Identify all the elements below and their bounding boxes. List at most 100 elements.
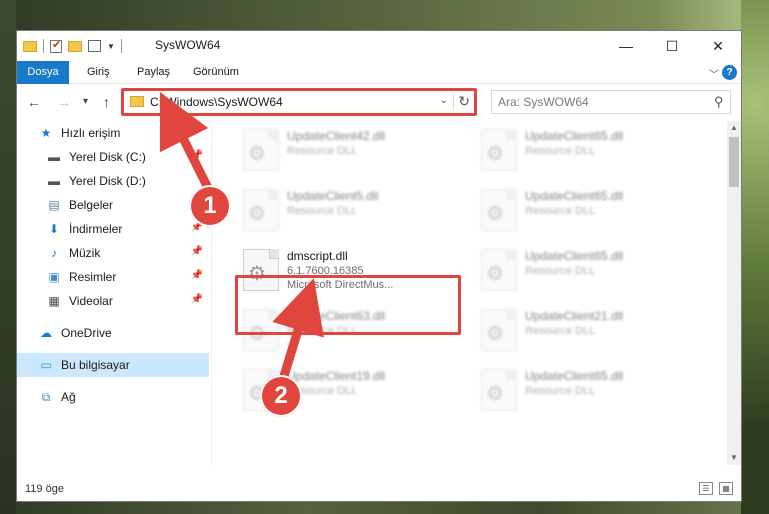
sidebar-item-label: Bu bilgisayar	[61, 358, 130, 372]
maximize-button[interactable]: ☐	[649, 31, 695, 61]
file-explorer-window: ▼ SysWOW64 — ☐ ✕ Dosya Giriş Paylaş Görü…	[16, 30, 742, 502]
toolbar-separator	[43, 39, 44, 53]
pane-divider[interactable]	[211, 121, 212, 465]
drive-icon: ▬	[48, 174, 60, 188]
file-name: UpdateClient65.dll	[525, 249, 624, 263]
list-item[interactable]: UpdateClient42.dll Resource DLL	[237, 121, 457, 175]
chevron-down-icon[interactable]: ▼	[107, 42, 115, 51]
file-name: UpdateClient65.dll	[525, 189, 624, 203]
pin-icon: 📌	[190, 270, 203, 281]
sidebar-item-label: OneDrive	[61, 326, 112, 340]
back-button[interactable]: ←	[27, 94, 41, 110]
sidebar-item-label: Belgeler	[69, 198, 114, 212]
quick-access-toolbar: ▼	[23, 37, 122, 55]
scroll-up-icon[interactable]: ▲	[727, 121, 741, 135]
sidebar-item-network[interactable]: ⧉ Ağ	[17, 385, 209, 409]
dll-file-icon	[481, 189, 517, 231]
file-description: Resource DLL	[525, 325, 596, 337]
list-item[interactable]: UpdateClient5.dll Resource DLL	[237, 181, 457, 235]
search-icon[interactable]: ⚲	[714, 94, 724, 110]
sidebar-item-quick-access[interactable]: ★ Hızlı erişim	[17, 121, 209, 145]
properties-icon[interactable]	[50, 38, 62, 53]
sidebar-item-music[interactable]: ♪ Müzik 📌	[17, 241, 209, 265]
sidebar-item-label: Yerel Disk (C:)	[69, 150, 146, 164]
details-view-icon[interactable]: ☰	[699, 482, 713, 495]
sidebar-item-videos[interactable]: ▦ Videolar 📌	[17, 289, 209, 313]
step-1-badge: 1	[189, 185, 231, 227]
scroll-down-icon[interactable]: ▼	[727, 451, 741, 465]
folder-icon	[23, 40, 37, 52]
search-box[interactable]: Ara: SysWOW64 ⚲	[491, 90, 731, 114]
pin-icon: 📌	[190, 150, 203, 161]
ribbon-tabs: Dosya Giriş Paylaş Görünüm ﹀ ?	[17, 61, 741, 84]
recent-locations-button[interactable]: ▾	[83, 96, 88, 107]
dll-file-icon	[481, 129, 517, 171]
up-button[interactable]: ↑	[103, 94, 110, 110]
sidebar-item-label: Resimler	[69, 270, 117, 284]
sidebar-item-pictures[interactable]: ▣ Resimler 📌	[17, 265, 209, 289]
music-icon: ♪	[51, 246, 57, 260]
videos-icon: ▦	[48, 294, 60, 308]
file-name: dmscript.dll	[287, 249, 348, 263]
help-icon[interactable]: ?	[722, 65, 737, 80]
toolbar-separator	[120, 39, 122, 53]
desktop-background-top	[0, 0, 769, 30]
list-item[interactable]: UpdateClient65.dll Resource DLL	[475, 361, 695, 415]
pictures-icon: ▣	[48, 270, 60, 284]
file-description: Resource DLL	[287, 205, 358, 217]
file-name: UpdateClient5.dll	[287, 189, 379, 203]
file-description: Resource DLL	[525, 385, 596, 397]
navigation-pane: ★ Hızlı erişim ▬ Yerel Disk (C:) 📌 ▬ Yer…	[17, 121, 211, 465]
sidebar-item-label: Yerel Disk (D:)	[69, 174, 146, 188]
computer-icon: ▭	[40, 358, 52, 372]
list-item[interactable]: UpdateClient65.dll Resource DLL	[475, 241, 695, 295]
file-description: Resource DLL	[525, 205, 596, 217]
navigation-bar: ← → ▾ ↑ C:\Windows\SysWOW64 ⌄ ↻ Ara: Sys…	[17, 85, 741, 119]
vertical-scrollbar[interactable]: ▲ ▼	[727, 121, 741, 465]
close-button[interactable]: ✕	[695, 31, 741, 61]
forward-button[interactable]: →	[57, 94, 71, 110]
pin-icon: 📌	[190, 294, 203, 305]
sidebar-item-onedrive[interactable]: ☁ OneDrive	[17, 321, 209, 345]
download-icon: ⬇	[48, 222, 60, 236]
drive-icon: ▬	[48, 150, 60, 164]
star-icon: ★	[40, 126, 52, 140]
dll-file-icon	[481, 309, 517, 351]
file-description: Resource DLL	[525, 145, 596, 157]
tab-share[interactable]: Paylaş	[137, 61, 170, 84]
sidebar-item-label: Videolar	[69, 294, 113, 308]
search-placeholder: Ara: SysWOW64	[498, 95, 589, 109]
item-count: 119 öge	[25, 483, 64, 495]
list-item[interactable]: UpdateClient65.dll Resource DLL	[475, 121, 695, 175]
window-title: SysWOW64	[155, 38, 221, 52]
desktop-background-left	[0, 0, 16, 514]
address-highlight-box	[121, 88, 477, 116]
list-item[interactable]: UpdateClient65.dll Resource DLL	[475, 181, 695, 235]
dll-file-icon	[481, 369, 517, 411]
tab-home[interactable]: Giriş	[87, 61, 110, 84]
sidebar-item-local-disk-c[interactable]: ▬ Yerel Disk (C:) 📌	[17, 145, 209, 169]
desktop-background-right	[741, 0, 769, 514]
sidebar-item-downloads[interactable]: ⬇ İndirmeler 📌	[17, 217, 209, 241]
dll-file-icon	[243, 129, 279, 171]
dll-file-icon	[243, 189, 279, 231]
network-icon: ⧉	[41, 390, 51, 404]
list-item[interactable]: UpdateClient21.dll Resource DLL	[475, 301, 695, 355]
expand-ribbon-icon[interactable]: ﹀	[709, 66, 719, 81]
sidebar-item-documents[interactable]: ▤ Belgeler	[17, 193, 209, 217]
tab-view[interactable]: Görünüm	[193, 61, 239, 84]
sidebar-item-local-disk-d[interactable]: ▬ Yerel Disk (D:)	[17, 169, 209, 193]
file-name: UpdateClient65.dll	[525, 129, 624, 143]
large-icons-view-icon[interactable]: ▦	[719, 482, 733, 495]
sidebar-item-this-pc[interactable]: ▭ Bu bilgisayar	[17, 353, 209, 377]
sidebar-item-label: Ağ	[61, 390, 76, 404]
customize-list-icon[interactable]	[88, 40, 101, 52]
new-folder-icon[interactable]	[68, 40, 82, 52]
minimize-button[interactable]: —	[603, 31, 649, 61]
file-name: UpdateClient21.dll	[525, 309, 624, 323]
sidebar-item-label: Müzik	[69, 246, 101, 260]
tab-file[interactable]: Dosya	[17, 61, 69, 84]
dll-file-icon	[481, 249, 517, 291]
file-highlight-box	[235, 275, 461, 335]
scrollbar-thumb[interactable]	[729, 137, 739, 187]
